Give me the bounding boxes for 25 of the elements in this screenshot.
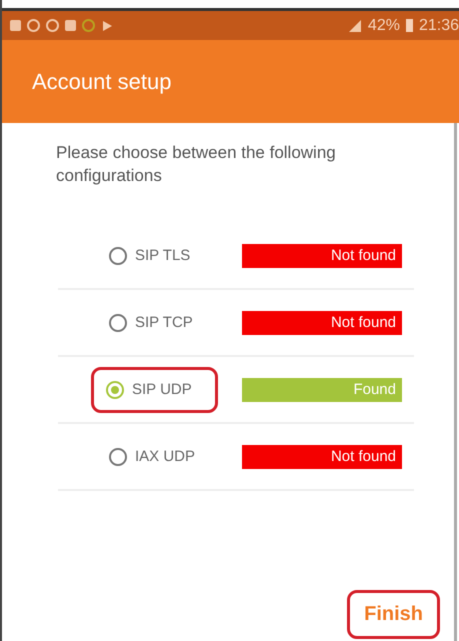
play-icon	[101, 20, 113, 32]
signal-icon	[348, 18, 362, 32]
status-bar-indicator: Not found	[242, 244, 402, 268]
radio-button[interactable]	[109, 314, 127, 332]
app-bar-title: Account setup	[32, 68, 172, 94]
finish-button[interactable]: Finish	[347, 590, 440, 639]
notification-icon	[10, 20, 21, 31]
option-label: SIP UDP	[132, 381, 192, 398]
status-bar-indicator: Not found	[242, 310, 402, 334]
status-bar-indicator: Found	[242, 378, 402, 402]
clock: 21:36	[418, 16, 459, 34]
option-label: IAX UDP	[135, 448, 196, 465]
radio-button[interactable]	[109, 246, 127, 264]
battery-icon	[406, 19, 413, 32]
option-label: SIP TCP	[135, 314, 193, 331]
notification-icon	[65, 20, 76, 31]
status-bar-indicator: Not found	[242, 444, 402, 468]
battery-level: 42%	[368, 16, 400, 34]
instruction-text: Please choose between the following configurations	[56, 142, 337, 187]
notification-icon	[46, 19, 59, 32]
radio-button[interactable]	[109, 448, 127, 466]
radio-button[interactable]	[106, 380, 124, 398]
notification-icon	[27, 19, 40, 32]
notification-icon	[82, 19, 95, 32]
option-label: SIP TLS	[135, 247, 190, 264]
